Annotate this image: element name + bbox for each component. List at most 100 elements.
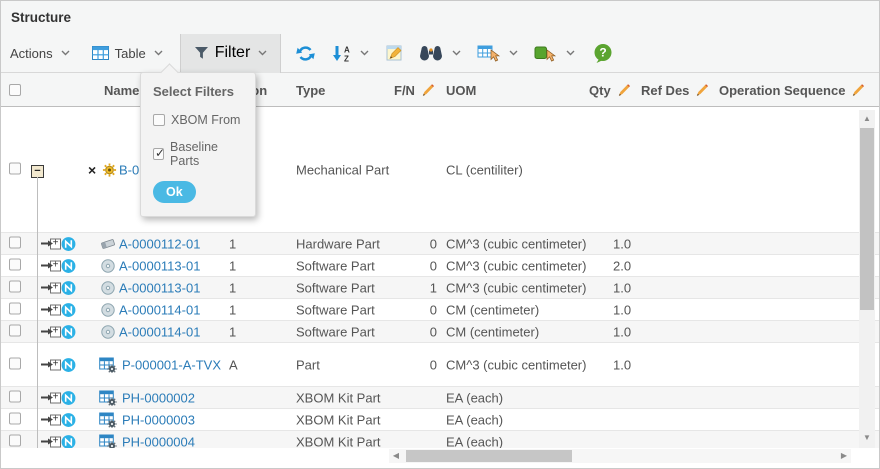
filter-menu-button[interactable]: Filter [180, 34, 282, 73]
expand-toggle[interactable] [41, 282, 61, 293]
actions-menu-button[interactable]: Actions [10, 46, 70, 61]
fn-cell: 0 [397, 324, 437, 339]
part-name-link[interactable]: P-000001-A-TVX [122, 357, 221, 372]
checkbox-unchecked[interactable] [153, 114, 165, 126]
part-name-link[interactable]: B-0 [119, 162, 139, 177]
horizontal-scrollbar[interactable]: ◀ ▶ [389, 449, 851, 463]
ok-button[interactable]: Ok [153, 181, 196, 203]
part-structure-icon [99, 357, 117, 373]
part-structure-icon [99, 434, 117, 450]
type-cell: Software Part [296, 280, 375, 295]
part-name-link[interactable]: A-0000113-01 [119, 258, 200, 273]
part-name-link[interactable]: A-0000114-01 [119, 302, 200, 317]
part-name-link[interactable]: A-0000114-01 [119, 324, 200, 339]
uom-cell: EA (each) [446, 412, 503, 427]
scroll-right-arrow[interactable]: ▶ [837, 449, 851, 463]
fn-cell: 1 [397, 280, 437, 295]
column-header-refdes[interactable]: Ref Des [641, 73, 708, 107]
type-cell: Hardware Part [296, 236, 380, 251]
row-checkbox[interactable] [9, 162, 21, 174]
row-checkbox[interactable] [9, 412, 21, 424]
expand-toggle[interactable] [41, 326, 61, 337]
scroll-up-arrow[interactable]: ▲ [859, 114, 875, 123]
column-header-qty[interactable]: Qty [589, 73, 630, 107]
edit-column-pencil-icon[interactable] [695, 84, 708, 97]
usage-status-icon [61, 302, 76, 317]
part-name-link[interactable]: A-0000112-01 [119, 236, 200, 251]
uom-cell: CM^3 (cubic centimeter) [446, 236, 586, 251]
qty-cell: 1.0 [613, 324, 631, 339]
scroll-left-arrow[interactable]: ◀ [389, 449, 403, 463]
find-button[interactable] [418, 46, 461, 61]
part-name-link[interactable]: PH-0000004 [122, 434, 195, 449]
gear-part-icon [102, 162, 117, 177]
help-button[interactable]: ? [593, 43, 613, 63]
row-checkbox[interactable] [9, 236, 21, 248]
table-row: PH-0000003 XBOM Kit Part EA (each) [1, 409, 879, 431]
vertical-scrollbar[interactable]: ▲ ▼ [859, 110, 875, 448]
filter-option-baseline-parts[interactable]: Baseline Parts [153, 140, 243, 168]
qty-cell: 1.0 [613, 280, 631, 295]
remove-icon[interactable]: × [88, 162, 96, 178]
edit-column-pencil-icon[interactable] [421, 84, 434, 97]
filter-menu-label: Filter [215, 44, 251, 62]
type-cell: Software Part [296, 324, 375, 339]
part-name-link[interactable]: A-0000113-01 [119, 280, 200, 295]
chevron-down-icon [566, 50, 575, 56]
expand-toggle[interactable] [41, 304, 61, 315]
column-header-fn[interactable]: F/N [394, 73, 434, 107]
expand-toggle[interactable] [41, 392, 61, 403]
expand-toggle[interactable] [41, 414, 61, 425]
expand-toggle[interactable] [41, 359, 61, 370]
expand-toggle[interactable] [41, 238, 61, 249]
usage-status-icon [61, 280, 76, 295]
edit-button[interactable] [386, 45, 403, 61]
insert-arrow-icon [41, 265, 48, 267]
edit-column-pencil-icon[interactable] [617, 84, 630, 97]
select-all-checkbox[interactable] [9, 84, 21, 96]
row-checkbox[interactable] [9, 434, 21, 446]
row-checkbox[interactable] [9, 390, 21, 402]
collapse-toggle-icon[interactable] [31, 165, 44, 178]
column-header-uom[interactable]: UOM [446, 73, 476, 107]
uom-cell: CM (centimeter) [446, 324, 539, 339]
table-action-button[interactable] [477, 45, 518, 62]
row-checkbox[interactable] [9, 280, 21, 292]
row-checkbox[interactable] [9, 258, 21, 270]
checkbox-checked[interactable] [153, 148, 164, 160]
filter-option-xbom-from[interactable]: XBOM From [153, 113, 243, 127]
chevron-down-icon [509, 50, 518, 56]
uom-cell: CM^3 (cubic centimeter) [446, 357, 586, 372]
usage-status-icon [61, 412, 76, 427]
row-checkbox[interactable] [9, 324, 21, 336]
column-header-name[interactable]: Name [104, 73, 139, 107]
object-action-button[interactable] [534, 45, 575, 62]
expand-toggle[interactable] [41, 260, 61, 271]
row-checkbox[interactable] [9, 357, 21, 369]
column-header-opseq[interactable]: Operation Sequence [719, 73, 864, 107]
edit-column-pencil-icon[interactable] [851, 84, 864, 97]
insert-arrow-icon [41, 419, 48, 421]
hardware-part-icon [101, 237, 115, 251]
expand-toggle[interactable] [41, 436, 61, 447]
uom-cell: EA (each) [446, 390, 503, 405]
revision-cell: 1 [229, 324, 236, 339]
column-header-type[interactable]: Type [296, 73, 325, 107]
scroll-down-arrow[interactable]: ▼ [859, 433, 875, 442]
select-filters-popup: Select Filters XBOM From Baseline Parts … [140, 72, 256, 217]
refresh-button[interactable] [295, 45, 316, 62]
uom-cell: CM^3 (cubic centimeter) [446, 280, 586, 295]
part-name-link[interactable]: PH-0000003 [122, 412, 195, 427]
usage-status-icon [61, 434, 76, 449]
vertical-scrollbar-thumb[interactable] [860, 128, 874, 310]
refresh-icon [295, 45, 316, 62]
sort-button[interactable]: A Z [332, 45, 369, 62]
type-cell: XBOM Kit Part [296, 412, 381, 427]
part-name-link[interactable]: PH-0000002 [122, 390, 195, 405]
horizontal-scrollbar-thumb[interactable] [406, 450, 572, 462]
revision-cell: A [229, 357, 238, 372]
chevron-down-icon [452, 50, 461, 56]
table-menu-button[interactable]: Table [92, 46, 163, 61]
fn-cell: 0 [397, 302, 437, 317]
row-checkbox[interactable] [9, 302, 21, 314]
